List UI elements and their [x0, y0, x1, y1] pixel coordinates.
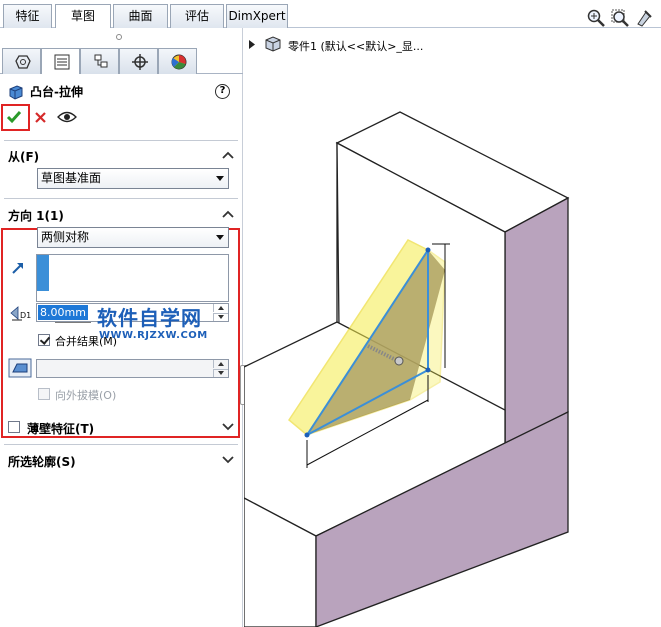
tab-label: DimXpert: [228, 9, 286, 23]
dim-xpert-icon: [132, 54, 148, 70]
spin-down-icon: [218, 371, 224, 375]
configuration-manager-tab[interactable]: [80, 48, 119, 74]
sketch-point: [425, 247, 431, 253]
property-manager-icon: [54, 54, 70, 70]
zoom-to-area-icon[interactable]: [610, 8, 630, 28]
tab-surfaces[interactable]: 曲面: [113, 4, 168, 28]
panel-grip-handle[interactable]: [116, 34, 122, 40]
direction1-section-title[interactable]: 方向 1(1): [8, 207, 64, 224]
part-name-label: 零件1 (默认<<默认>_显...: [288, 40, 424, 53]
tab-sketch[interactable]: 草图: [55, 4, 111, 29]
property-manager-tab[interactable]: [41, 48, 80, 74]
tab-label: 曲面: [128, 9, 153, 23]
preview-eye-icon[interactable]: [57, 110, 77, 124]
depth-value[interactable]: 8.00mm: [38, 305, 88, 320]
tab-features[interactable]: 特征: [3, 4, 52, 28]
chevron-down-icon[interactable]: [222, 423, 234, 431]
solidworks-window: 特征 草图 曲面 评估 DimXpert 凸台-拉伸 ? 从(F) 草图基准面 …: [0, 0, 661, 627]
spin-up-icon: [218, 362, 224, 366]
cancel-x-icon[interactable]: [35, 112, 46, 123]
spin-down-button[interactable]: [213, 369, 228, 377]
manager-tabs: [0, 48, 243, 74]
tab-label: 特征: [15, 9, 40, 23]
from-select-value: 草图基准面: [41, 171, 102, 185]
feature-manager-tab[interactable]: [2, 48, 41, 74]
feature-title: 凸台-拉伸: [30, 85, 83, 99]
draft-icon[interactable]: [8, 358, 32, 378]
draft-angle-input[interactable]: [36, 359, 229, 378]
tab-label: 草图: [70, 9, 95, 23]
spin-up-icon: [218, 306, 224, 310]
chevron-down-icon[interactable]: [222, 456, 234, 464]
dropdown-arrow-icon: [216, 235, 224, 240]
tab-dimxpert[interactable]: DimXpert: [226, 4, 288, 28]
end-condition-select[interactable]: 两侧对称: [37, 227, 229, 248]
end-condition-value: 两侧对称: [41, 230, 90, 244]
chevron-up-icon[interactable]: [222, 151, 234, 159]
part-icon: [265, 36, 281, 52]
divider: [4, 444, 238, 445]
from-select[interactable]: 草图基准面: [37, 168, 229, 189]
thin-feature-title[interactable]: 薄壁特征(T): [27, 420, 94, 437]
sketch-point: [425, 367, 431, 373]
spin-down-button[interactable]: [213, 313, 228, 321]
spin-up-button[interactable]: [213, 360, 228, 368]
tab-label: 评估: [184, 9, 209, 23]
selection-indicator: [37, 255, 49, 291]
draft-outward-checkbox[interactable]: [38, 388, 50, 400]
graphics-viewport[interactable]: [244, 60, 661, 627]
direction-selection-box[interactable]: [36, 254, 229, 302]
svg-text:D1: D1: [20, 311, 31, 320]
command-manager-tabs: 特征 草图 曲面 评估 DimXpert: [0, 0, 661, 29]
help-button[interactable]: ?: [215, 84, 230, 99]
display-manager-icon: [171, 54, 187, 70]
tab-evaluate[interactable]: 评估: [170, 4, 224, 28]
property-manager-panel: 凸台-拉伸 ? 从(F) 草图基准面 方向 1(1) 两侧对称 D1 8.00m…: [0, 28, 243, 627]
feature-manager-icon: [15, 55, 31, 69]
dropdown-arrow-icon: [216, 176, 224, 181]
display-manager-tab[interactable]: [158, 48, 197, 74]
spin-up-button[interactable]: [213, 304, 228, 312]
ok-check-icon[interactable]: [6, 110, 22, 124]
selected-contours-title[interactable]: 所选轮廓(S): [8, 453, 76, 470]
wall-side-face: [504, 196, 569, 446]
expand-arrow-icon[interactable]: [248, 40, 256, 49]
divider: [4, 198, 238, 199]
merge-result-checkbox[interactable]: [38, 334, 50, 346]
config-manager-icon: [94, 54, 108, 68]
spin-down-icon: [218, 315, 224, 319]
sketch-point: [304, 432, 310, 438]
thin-feature-checkbox[interactable]: [8, 421, 20, 433]
drag-handle-knob[interactable]: [394, 356, 404, 366]
previous-view-icon[interactable]: [634, 8, 654, 28]
watermark-url: WWW.RJZXW.COM: [99, 330, 208, 341]
direction-arrow-icon[interactable]: [11, 261, 25, 275]
depth-dimension-icon: D1: [10, 306, 31, 321]
extrude-boss-icon: [9, 85, 23, 100]
divider: [4, 140, 238, 141]
from-section-title[interactable]: 从(F): [8, 148, 39, 165]
watermark-title: 软件自学网: [97, 306, 202, 330]
chevron-up-icon[interactable]: [222, 210, 234, 218]
draft-outward-label[interactable]: 向外拔模(O): [55, 387, 116, 403]
dimxpert-manager-tab[interactable]: [119, 48, 158, 74]
zoom-to-fit-icon[interactable]: [586, 8, 606, 28]
